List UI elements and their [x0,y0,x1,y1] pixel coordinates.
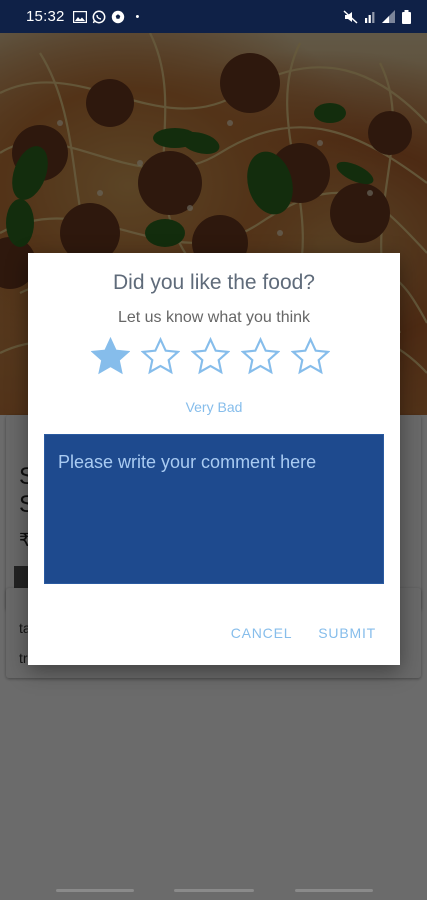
submit-button[interactable]: SUBMIT [318,625,376,641]
comment-placeholder: Please write your comment here [58,452,317,472]
star-rating [91,337,330,376]
status-left-icons: • [72,10,140,24]
wifi-icon [365,12,375,23]
nav-recent-handle[interactable] [56,889,134,892]
star-3-icon[interactable] [191,337,230,376]
dialog-title: Did you like the food? [113,271,315,294]
dialog-subtitle: Let us know what you think [117,309,311,326]
mute-icon [343,9,358,24]
signal-icon [382,10,395,23]
notification-dot: • [135,10,140,23]
star-5-icon[interactable] [291,337,330,376]
status-right-icons [343,9,411,24]
status-bar: 15:32 • [0,0,427,33]
star-2-icon[interactable] [141,337,180,376]
status-time: 15:32 [26,8,65,25]
rating-label: Very Bad [185,399,243,415]
nav-home-handle[interactable] [174,889,254,892]
nav-back-handle[interactable] [295,889,373,892]
star-4-icon[interactable] [241,337,280,376]
rating-dialog: Did you like the food? Let us know what … [28,253,400,665]
soccer-icon [111,10,124,23]
whatsapp-icon [92,10,105,23]
star-1-icon[interactable] [91,337,130,376]
dialog-actions: CANCEL SUBMIT [231,625,376,641]
cancel-button[interactable]: CANCEL [231,625,293,641]
battery-icon [402,9,411,24]
comment-input[interactable]: Please write your comment here [44,434,384,584]
image-icon [72,10,87,23]
navigation-bar [0,880,427,900]
